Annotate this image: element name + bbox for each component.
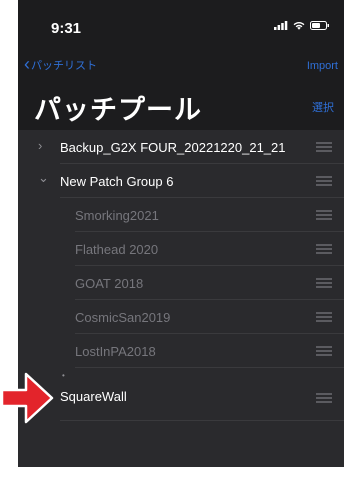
list-item[interactable]: GOAT 2018 — [18, 266, 344, 300]
divider — [60, 420, 344, 421]
chevron-right-icon: › — [38, 138, 43, 153]
list-item[interactable]: Smorking2021 — [18, 198, 344, 232]
drag-handle-icon[interactable] — [316, 142, 332, 152]
drag-handle-icon[interactable] — [316, 244, 332, 254]
list-item-label: CosmicSan2019 — [75, 310, 171, 325]
navigation-bar: ‹ パッチリスト Import — [18, 54, 344, 80]
list-item-label: SquareWall — [60, 389, 127, 404]
list-item-label: LostInPA2018 — [75, 344, 156, 359]
drag-handle-icon[interactable] — [316, 312, 332, 322]
back-label: パッチリスト — [31, 60, 97, 72]
list-item[interactable]: LostInPA2018 — [18, 334, 344, 368]
list-item-label: Backup_G2X FOUR_20221220_21_21 — [60, 140, 286, 155]
list-item-label: Smorking2021 — [75, 208, 159, 223]
status-time: 9:31 — [51, 20, 82, 37]
list-item-group-new-patch[interactable]: ⌄ New Patch Group 6 — [18, 164, 344, 198]
wifi-icon — [293, 21, 305, 30]
status-bar: 9:31 — [18, 0, 344, 48]
page-title: パッチプール — [34, 95, 202, 125]
select-button[interactable]: 選択 — [312, 99, 334, 115]
chevron-left-icon: ‹ — [24, 54, 30, 74]
list-item-dragged[interactable]: • SquareWall — [18, 371, 344, 421]
list-item-group-backup[interactable]: › Backup_G2X FOUR_20221220_21_21 — [18, 130, 344, 164]
red-arrow-pointer-icon — [0, 372, 54, 424]
status-icons — [274, 21, 330, 30]
import-button[interactable]: Import — [307, 60, 338, 72]
battery-icon — [310, 21, 329, 30]
list-item-label: GOAT 2018 — [75, 276, 144, 291]
drag-handle-icon[interactable] — [316, 210, 332, 220]
chevron-down-icon: ⌄ — [38, 170, 49, 185]
drag-handle-icon[interactable] — [316, 176, 332, 186]
drag-handle-icon[interactable] — [316, 393, 332, 403]
divider — [75, 367, 344, 368]
list-item[interactable]: Flathead 2020 — [18, 232, 344, 266]
phone-screen: 9:31 ‹ パッチリスト Import パッチプール 選択 › Backup_… — [18, 0, 344, 467]
list-item[interactable]: CosmicSan2019 — [18, 300, 344, 334]
drag-handle-icon[interactable] — [316, 346, 332, 356]
drop-indicator-icon: • — [62, 371, 65, 380]
patch-pool-list: › Backup_G2X FOUR_20221220_21_21 ⌄ New P… — [18, 130, 344, 467]
back-button[interactable]: ‹ パッチリスト — [24, 54, 97, 74]
list-item-label: New Patch Group 6 — [60, 174, 174, 189]
drag-handle-icon[interactable] — [316, 278, 332, 288]
cellular-signal-icon — [274, 21, 288, 30]
list-item-label: Flathead 2020 — [75, 242, 159, 257]
